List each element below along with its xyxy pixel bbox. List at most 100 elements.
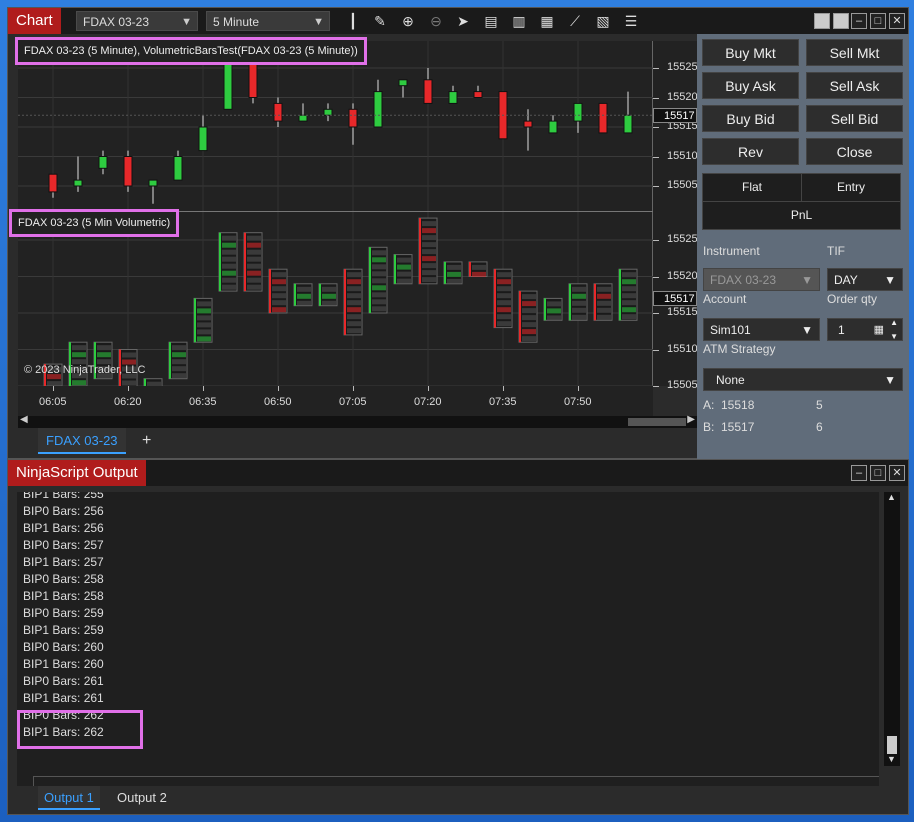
zoom-in-icon[interactable]: ⊕ xyxy=(399,12,417,30)
chart-scrollbar[interactable]: ◀ ▶ xyxy=(18,414,697,428)
scroll-down-icon[interactable]: ▼ xyxy=(887,754,896,764)
calculator-icon[interactable]: ▦ xyxy=(874,319,884,342)
draw-pencil-icon[interactable]: ✎ xyxy=(371,12,389,30)
close-button[interactable]: ✕ xyxy=(889,465,905,481)
volumetric-bar-edge xyxy=(519,291,521,343)
list-icon[interactable]: ☰ xyxy=(622,12,640,30)
sell-bid-button[interactable]: Sell Bid xyxy=(806,105,903,132)
volumetric-cell xyxy=(597,300,611,306)
price-tick-mark xyxy=(653,68,659,69)
price-axis[interactable]: 15525 15520 15515 15510 15505 15525 15520 15515… xyxy=(653,41,698,391)
atm-strategy-select[interactable]: None ▼ xyxy=(703,368,903,391)
time-tick-mark xyxy=(353,386,354,391)
volumetric-cell xyxy=(322,286,336,292)
sell-ask-button[interactable]: Sell Ask xyxy=(806,72,903,99)
candle-body xyxy=(73,179,83,187)
bar-type-icon[interactable]: ┃ xyxy=(344,12,362,30)
maximize-button[interactable]: □ xyxy=(870,465,886,481)
tab-output-2[interactable]: Output 2 xyxy=(111,786,173,810)
instrument-field-value: FDAX 03-23 xyxy=(710,273,777,287)
volumetric-cell xyxy=(497,272,511,278)
volumetric-bar-edge xyxy=(319,283,321,306)
volumetric-cell xyxy=(347,286,361,292)
instrument-selector[interactable]: FDAX 03-23 ▼ xyxy=(76,11,198,31)
order-qty-label: Order qty xyxy=(827,292,878,306)
minimize-button[interactable]: – xyxy=(851,13,867,29)
interval-selector[interactable]: 5 Minute ▼ xyxy=(206,11,330,31)
candle-body xyxy=(173,156,183,181)
close-position-button[interactable]: Close xyxy=(806,138,903,165)
volumetric-cell xyxy=(622,272,636,278)
chevron-down-icon: ▼ xyxy=(801,323,813,337)
output-input-line[interactable] xyxy=(33,776,879,786)
volumetric-cell xyxy=(497,300,511,306)
volumetric-cell xyxy=(547,315,561,321)
sell-mkt-button[interactable]: Sell Mkt xyxy=(806,39,903,66)
volumetric-cell xyxy=(247,277,261,283)
properties-icon[interactable]: ▧ xyxy=(594,12,612,30)
link-icon[interactable] xyxy=(814,13,830,29)
tif-select[interactable]: DAY ▼ xyxy=(827,268,903,291)
volumetric-cell xyxy=(297,293,311,299)
instrument-selector-value: FDAX 03-23 xyxy=(83,15,150,29)
candle-body xyxy=(573,102,583,122)
minimize-button[interactable]: – xyxy=(851,465,867,481)
output-line: BIP1 Bars: 259 xyxy=(23,623,104,637)
volumetric-cell xyxy=(447,271,461,277)
strategies-icon[interactable]: ▦ xyxy=(538,12,556,30)
buy-ask-button[interactable]: Buy Ask xyxy=(702,72,799,99)
time-tick-label: 06:50 xyxy=(264,396,292,408)
volumetric-cell xyxy=(197,308,211,314)
time-tick-mark xyxy=(428,386,429,391)
zoom-out-icon[interactable]: ⊖ xyxy=(427,12,445,30)
volumetric-cell xyxy=(422,249,436,255)
link-icon-2[interactable] xyxy=(833,13,849,29)
indicators-icon[interactable]: ▥ xyxy=(510,12,528,30)
volumetric-cell xyxy=(197,301,211,307)
performance-icon[interactable]: ⟋ xyxy=(566,12,584,30)
volumetric-cell xyxy=(297,300,311,306)
tab-output-1[interactable]: Output 1 xyxy=(38,786,100,810)
volumetric-cell xyxy=(622,293,636,299)
ask-label: A: xyxy=(703,398,715,412)
price-tick-mark xyxy=(653,240,659,241)
candle-body xyxy=(398,79,408,87)
candle-body xyxy=(323,108,333,116)
data-box-icon[interactable]: ▤ xyxy=(482,12,500,30)
maximize-button[interactable]: □ xyxy=(870,13,886,29)
add-tab-button[interactable]: + xyxy=(134,428,159,454)
tif-label: TIF xyxy=(827,244,845,258)
volumetric-cell xyxy=(497,286,511,292)
volumetric-cell xyxy=(197,336,211,342)
scroll-left-icon[interactable]: ◀ xyxy=(20,414,28,425)
reverse-button[interactable]: Rev xyxy=(702,138,799,165)
bid-size: 6 xyxy=(816,420,823,434)
scroll-thumb[interactable] xyxy=(887,736,897,754)
volumetric-bar-edge xyxy=(419,218,421,284)
time-axis[interactable]: 06:05 06:20 06:35 06:50 07:05 07:20 07:35 07:50 xyxy=(18,386,653,416)
tab-fdax[interactable]: FDAX 03-23 xyxy=(38,428,126,454)
cursor-icon[interactable]: ➤ xyxy=(454,12,472,30)
account-select[interactable]: Sim101 ▼ xyxy=(703,318,820,341)
time-tick-label: 07:20 xyxy=(414,396,442,408)
scroll-up-icon[interactable]: ▲ xyxy=(887,492,896,502)
output-text-area[interactable]: BIP1 Bars: 255 BIP0 Bars: 256 BIP1 Bars: 2… xyxy=(17,492,879,786)
entry-cell: Entry xyxy=(801,173,901,202)
price-tick-mark xyxy=(653,127,659,128)
close-button[interactable]: ✕ xyxy=(889,13,905,29)
volumetric-cell xyxy=(172,359,186,365)
instrument-field[interactable]: FDAX 03-23 ▼ xyxy=(703,268,820,291)
volumetric-cell xyxy=(422,221,436,227)
volumetric-cell xyxy=(347,307,361,313)
volumetric-cell xyxy=(597,314,611,320)
buy-bid-button[interactable]: Buy Bid xyxy=(702,105,799,132)
volumetric-cell xyxy=(172,373,186,379)
scroll-thumb[interactable] xyxy=(628,418,686,426)
stepper-arrows-icon[interactable]: ▲ ▼ xyxy=(890,316,898,344)
buy-mkt-button[interactable]: Buy Mkt xyxy=(702,39,799,66)
order-qty-stepper[interactable]: 1 ▦ ▲ ▼ xyxy=(827,318,903,341)
chevron-down-icon: ▼ xyxy=(801,273,813,287)
output-scrollbar[interactable]: ▲ xyxy=(884,492,900,766)
scroll-right-icon[interactable]: ▶ xyxy=(687,414,695,425)
pnl-cell: PnL xyxy=(702,201,901,230)
